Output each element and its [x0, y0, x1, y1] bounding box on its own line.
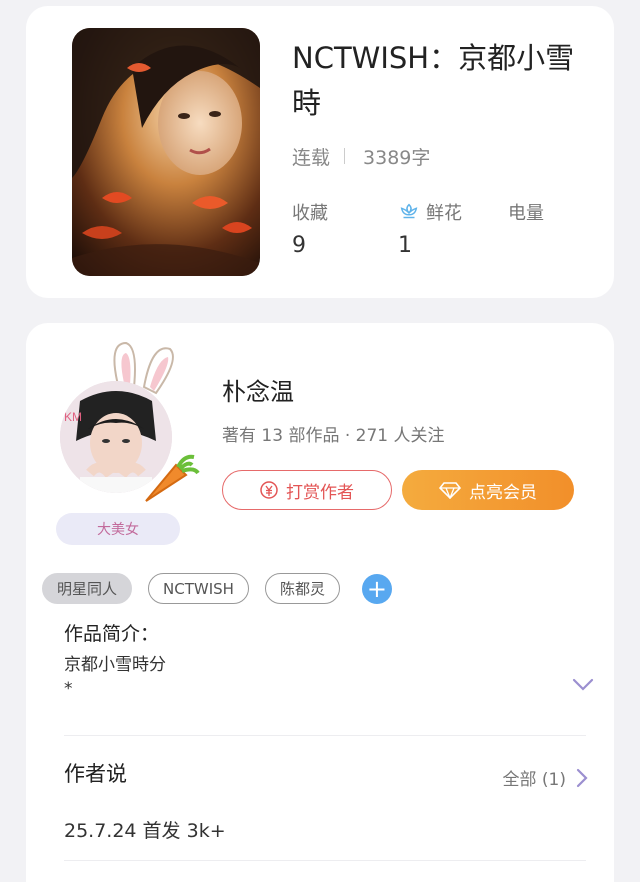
book-status: 连载: [292, 146, 331, 169]
carrot-icon: [145, 454, 200, 502]
intro-line: *: [64, 679, 73, 699]
flower-icon: [400, 203, 418, 219]
tag-item[interactable]: 陈都灵: [264, 573, 340, 604]
author-avatar[interactable]: KM: [56, 333, 200, 503]
stat-collect-value: 9: [292, 233, 306, 258]
stat-flower-value: 1: [398, 233, 412, 258]
chevron-down-icon: [572, 678, 594, 691]
stat-power-label: 电量: [508, 203, 544, 224]
author-say-all-link[interactable]: 全部 (1): [503, 765, 588, 790]
coin-icon: [260, 481, 278, 499]
section-divider: [64, 860, 586, 861]
vip-label: 点亮会员: [469, 482, 537, 503]
author-info-card: KM 大美女 朴念温 著有 13 部作品 · 271 人关注 打赏作者 点亮会员…: [26, 323, 614, 882]
plus-icon: +: [366, 574, 387, 603]
book-info-card: NCTWISH：京都小雪時 连载 3389字 收藏 9 鲜花 1 电量: [26, 6, 614, 298]
add-tag-button[interactable]: +: [361, 573, 392, 604]
stat-flower-label: 鲜花: [426, 203, 462, 224]
tip-author-button[interactable]: 打赏作者: [222, 470, 392, 510]
author-say-all-label: 全部 (1): [502, 770, 566, 790]
author-stats: 著有 13 部作品 · 271 人关注: [222, 426, 445, 446]
intro-text: 京都小雪時分 *: [64, 653, 166, 701]
meta-divider: [344, 148, 346, 164]
stat-collect-label: 收藏: [292, 203, 328, 224]
author-say-title: 作者说: [64, 762, 127, 786]
stat-flower[interactable]: 鲜花 1: [398, 199, 462, 261]
tag-list: 明星同人 NCTWISH 陈都灵 +: [42, 573, 392, 604]
author-name[interactable]: 朴念温: [222, 375, 294, 409]
tip-author-label: 打赏作者: [286, 482, 354, 503]
book-word-count: 3389字: [363, 146, 431, 169]
stat-collect[interactable]: 收藏 9: [292, 199, 328, 261]
stat-power-value: [508, 231, 544, 261]
section-divider: [64, 735, 586, 736]
book-title: NCTWISH：京都小雪時: [292, 41, 575, 120]
book-meta: 连载 3389字: [292, 142, 430, 170]
intro-line: 京都小雪時分: [64, 655, 166, 675]
tag-item[interactable]: 明星同人: [42, 573, 133, 604]
book-cover-image[interactable]: [72, 28, 260, 276]
svg-text:KM: KM: [64, 410, 82, 424]
author-badge: 大美女: [56, 513, 180, 545]
stat-power[interactable]: 电量: [508, 199, 544, 261]
expand-intro-button[interactable]: [572, 677, 594, 696]
tag-item[interactable]: NCTWISH: [148, 573, 249, 604]
diamond-icon: [439, 482, 461, 499]
vip-button[interactable]: 点亮会员: [402, 470, 574, 510]
author-say-latest[interactable]: 25.7.24 首发 3k+: [64, 817, 226, 845]
intro-title: 作品简介：: [64, 623, 160, 645]
chevron-right-icon: [576, 768, 588, 787]
